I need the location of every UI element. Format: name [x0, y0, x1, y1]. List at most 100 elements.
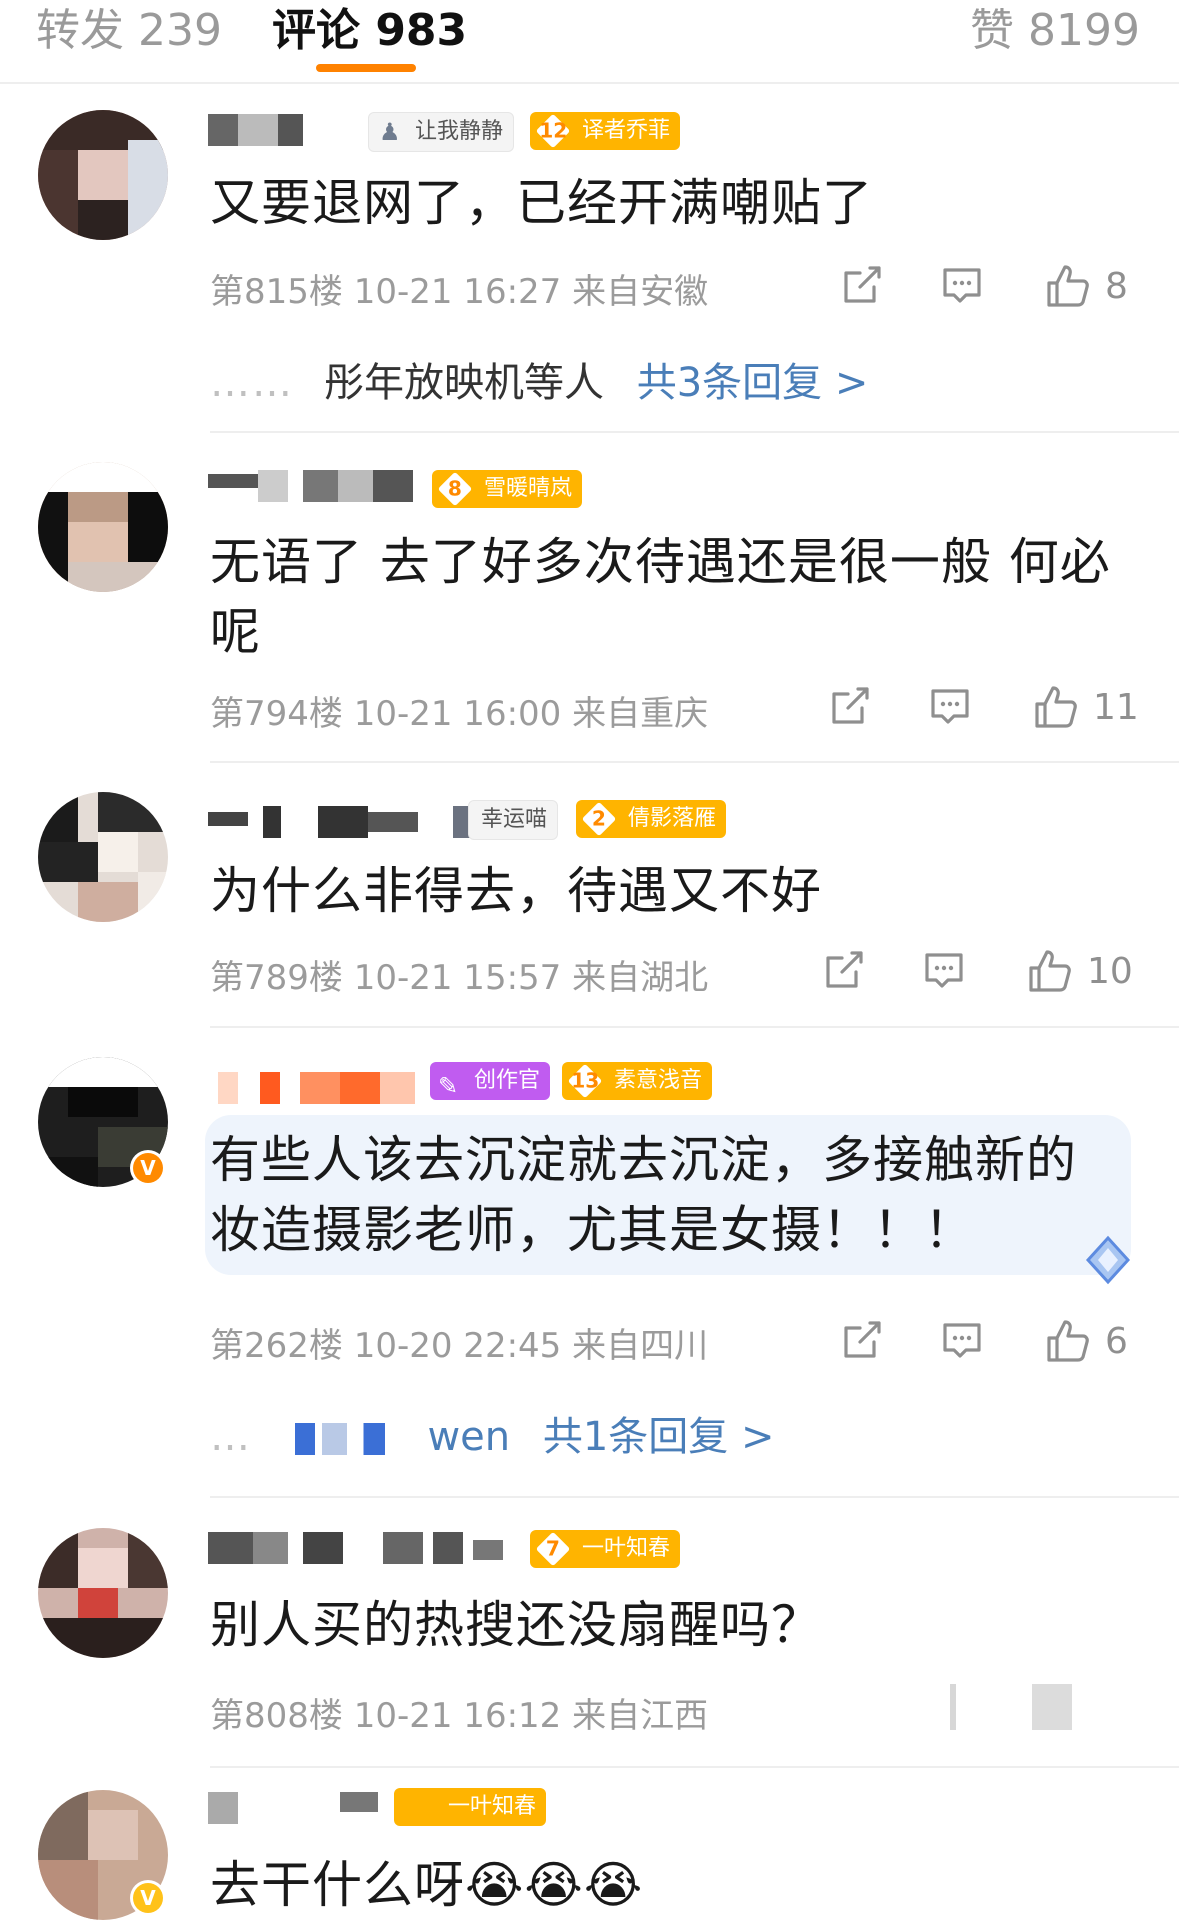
comment-icon	[925, 953, 963, 988]
share-icon	[844, 1321, 881, 1358]
comment-icon	[931, 689, 969, 724]
comment-text: 又要退网了，已经开满嘲贴了	[210, 174, 873, 232]
comment-actions-faded	[950, 1684, 1170, 1734]
reply-count-link[interactable]: 共1条回复 >	[543, 1414, 775, 1460]
like-count: 11	[1093, 686, 1139, 728]
fan-badge[interactable]: 12 译者乔菲	[530, 112, 681, 150]
comment-meta: 第789楼 10-21 15:57 来自湖北	[210, 958, 709, 998]
fan-badge[interactable]: 8 雪暖晴岚	[432, 470, 583, 508]
like-button[interactable]: 11	[1033, 684, 1139, 730]
fan-badge[interactable]: 一叶知春	[394, 1788, 547, 1826]
verified-v-icon: V	[130, 1880, 166, 1916]
creator-badge[interactable]: ✎ 创作官	[430, 1062, 551, 1100]
verified-v-icon: V	[130, 1150, 166, 1186]
divider	[210, 1026, 1179, 1028]
username-obscured[interactable]	[208, 800, 471, 840]
tab-comments[interactable]: 评论 983	[272, 0, 467, 58]
avatar[interactable]	[38, 462, 168, 592]
comment-meta: 第808楼 10-21 16:12 来自江西	[210, 1696, 709, 1736]
divider	[210, 1766, 1179, 1768]
comment-text: 有些人该去沉淀就去沉淀，多接触新的妆造摄影老师，尤其是女摄！！！	[210, 1131, 1077, 1259]
comment-actions: 10	[822, 948, 1172, 998]
user-tag[interactable]: 幸运喵	[468, 800, 559, 840]
fan-level-icon: 8	[437, 471, 473, 507]
tab-repost[interactable]: 转发 239	[36, 0, 222, 58]
share-button[interactable]	[840, 1318, 884, 1362]
username-obscured[interactable]	[208, 464, 418, 504]
reply-names: 彤年放映机等人	[324, 360, 604, 406]
fan-level-icon: 13	[567, 1063, 603, 1099]
fan-badge[interactable]: 2 倩影落雁	[576, 800, 727, 838]
share-button[interactable]	[828, 684, 872, 728]
like-button[interactable]: 10	[1027, 948, 1133, 994]
comment-actions: 8	[840, 263, 1170, 313]
share-button[interactable]	[840, 263, 884, 307]
thumbs-up-icon	[1029, 950, 1071, 992]
fan-badge-label: 一叶知春	[582, 1536, 671, 1561]
reply-preview[interactable]: …… 彤年放映机等人 共3条回复 >	[210, 350, 868, 408]
meditation-icon: ♟	[379, 118, 401, 146]
reply-button[interactable]	[928, 684, 972, 728]
avatar[interactable]	[38, 110, 168, 240]
fan-badge-label: 译者乔菲	[582, 118, 671, 143]
username-obscured[interactable]	[208, 1786, 408, 1826]
user-tag-label: 幸运喵	[481, 807, 548, 832]
thumbs-up-icon	[1047, 1320, 1089, 1362]
user-tag[interactable]: ♟ 让我静静	[368, 112, 515, 152]
creator-badge-label: 创作官	[474, 1068, 541, 1093]
fan-badge[interactable]: 13 素意浅音	[562, 1062, 713, 1100]
fan-level-icon: 2	[581, 801, 617, 837]
share-button[interactable]	[822, 948, 866, 992]
avatar[interactable]	[38, 792, 168, 922]
comment-meta: 第794楼 10-21 16:00 来自重庆	[210, 694, 709, 734]
share-icon	[844, 266, 881, 303]
fan-level-icon: 12	[535, 113, 571, 149]
username-obscured[interactable]	[208, 1526, 508, 1566]
active-tab-indicator	[316, 64, 416, 72]
tab-likes[interactable]: 赞 8199	[970, 0, 1140, 58]
like-button[interactable]: 6	[1045, 1318, 1128, 1364]
fan-badge-label: 倩影落雁	[628, 806, 717, 831]
like-count: 8	[1105, 265, 1128, 307]
user-tag-label: 让我静静	[415, 119, 504, 144]
comment-text: 别人买的热搜还没扇醒吗？	[210, 1596, 822, 1654]
comment-text: 为什么非得去，待遇又不好	[210, 862, 822, 920]
fan-badge-label: 素意浅音	[614, 1068, 703, 1093]
username-obscured[interactable]	[208, 108, 308, 148]
thumbs-up-icon	[1035, 686, 1077, 728]
username-obscured[interactable]	[208, 1066, 418, 1106]
reply-button[interactable]	[940, 1318, 984, 1362]
reply-button[interactable]	[922, 948, 966, 992]
reply-preview[interactable]: … wen 共1条回复 >	[210, 1404, 775, 1462]
reply-names: wen	[427, 1414, 511, 1460]
divider	[210, 761, 1179, 763]
comment-actions: 11	[828, 684, 1168, 734]
share-icon	[832, 687, 869, 724]
divider	[210, 1496, 1179, 1498]
reply-button[interactable]	[940, 263, 984, 307]
comment-meta: 第262楼 10-20 22:45 来自四川	[210, 1326, 709, 1366]
share-icon	[826, 951, 863, 988]
creator-icon: ✎	[438, 1072, 459, 1100]
avatar[interactable]	[38, 1528, 168, 1658]
like-button[interactable]: 8	[1045, 263, 1128, 309]
fan-badge-label: 一叶知春	[448, 1794, 537, 1819]
comment-tabs: 转发 239 评论 983 赞 8199	[0, 0, 1179, 84]
fan-badge-label: 雪暖晴岚	[484, 476, 573, 501]
divider	[210, 431, 1179, 433]
like-count: 6	[1105, 1320, 1128, 1362]
reply-dots: ……	[210, 360, 294, 406]
comment-text: 去干什么呀😭😭😭	[210, 1856, 644, 1914]
thumbs-up-icon	[1047, 265, 1089, 307]
reply-name-obscured	[294, 1423, 385, 1455]
fan-badge[interactable]: 7 一叶知春	[530, 1530, 681, 1568]
like-count: 10	[1087, 950, 1133, 992]
fan-level-icon: 7	[535, 1531, 571, 1567]
reply-dots: …	[210, 1414, 252, 1460]
comment-icon	[943, 268, 981, 303]
comment-icon	[943, 1323, 981, 1358]
comment-meta: 第815楼 10-21 16:27 来自安徽	[210, 272, 709, 312]
reply-count-link[interactable]: 共3条回复 >	[637, 360, 869, 406]
comment-actions: 6	[840, 1318, 1170, 1368]
comment-text: 无语了 去了好多次待遇还是很一般 何必呢	[210, 533, 1111, 661]
